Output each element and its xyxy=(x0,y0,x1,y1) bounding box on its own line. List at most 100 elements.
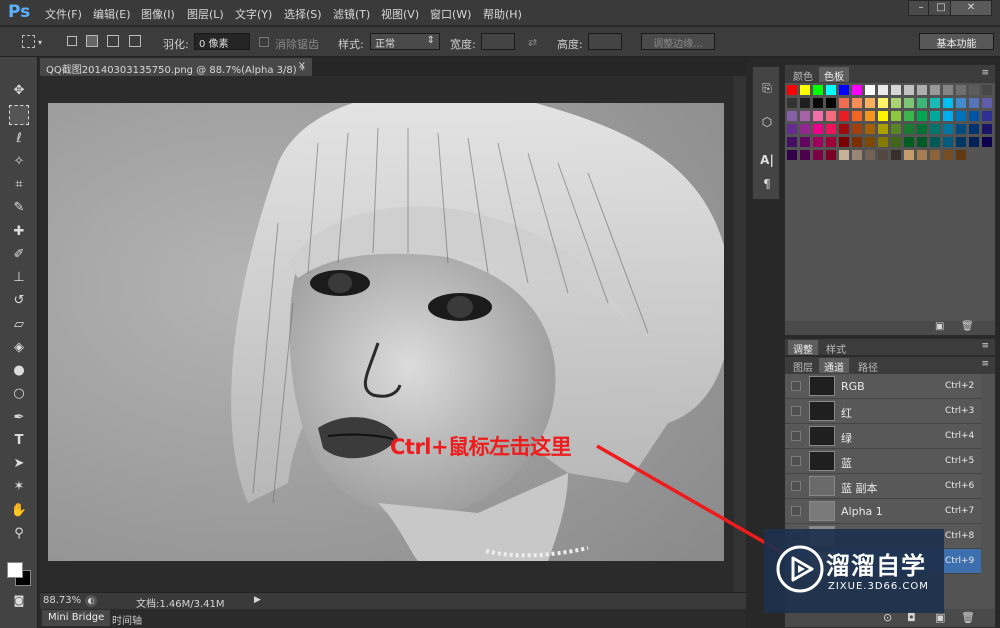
color-swatch[interactable] xyxy=(943,85,953,95)
color-swatch[interactable] xyxy=(813,111,823,121)
color-swatch[interactable] xyxy=(813,85,823,95)
color-swatch[interactable] xyxy=(826,85,836,95)
color-swatch[interactable] xyxy=(878,98,888,108)
panel-menu-icon[interactable]: ≡ xyxy=(981,359,989,369)
channel-row[interactable]: Alpha 1 Ctrl+7 xyxy=(785,499,981,524)
color-swatch[interactable] xyxy=(852,150,862,160)
zoom-level[interactable]: 88.73% xyxy=(43,595,81,606)
tab-mini-bridge[interactable]: Mini Bridge xyxy=(42,610,111,626)
color-swatch[interactable] xyxy=(839,85,849,95)
color-swatch[interactable] xyxy=(787,150,797,160)
tab-channels[interactable]: 通道 xyxy=(819,358,849,374)
panel-menu-icon[interactable]: ≡ xyxy=(981,341,989,351)
color-swatch[interactable] xyxy=(865,98,875,108)
status-menu-icon[interactable]: ▶ xyxy=(254,595,261,605)
color-swatch[interactable] xyxy=(787,98,797,108)
color-swatch[interactable] xyxy=(826,137,836,147)
tab-timeline[interactable]: 时间轴 xyxy=(106,610,148,627)
color-swatch[interactable] xyxy=(800,111,810,121)
color-swatch[interactable] xyxy=(839,150,849,160)
color-swatch[interactable] xyxy=(904,137,914,147)
color-swatch[interactable] xyxy=(878,150,888,160)
visibility-toggle[interactable] xyxy=(791,481,801,491)
channel-row[interactable]: RGB Ctrl+2 xyxy=(785,374,981,399)
new-swatch-icon[interactable]: ▣ xyxy=(935,321,944,332)
color-swatch[interactable] xyxy=(930,137,940,147)
paragraph-icon[interactable]: ¶ xyxy=(758,175,776,193)
tab-color[interactable]: 颜色 xyxy=(788,67,818,83)
color-swatch[interactable] xyxy=(852,85,862,95)
visibility-toggle[interactable] xyxy=(791,406,801,416)
color-swatch[interactable] xyxy=(904,98,914,108)
color-swatch[interactable] xyxy=(839,111,849,121)
color-swatch[interactable] xyxy=(800,137,810,147)
color-swatch[interactable] xyxy=(943,150,953,160)
color-swatch[interactable] xyxy=(930,124,940,134)
color-swatch[interactable] xyxy=(904,111,914,121)
color-swatch[interactable] xyxy=(956,98,966,108)
color-swatch[interactable] xyxy=(904,150,914,160)
color-swatch[interactable] xyxy=(943,137,953,147)
color-swatch[interactable] xyxy=(813,150,823,160)
color-swatch[interactable] xyxy=(930,98,940,108)
visibility-toggle[interactable] xyxy=(791,456,801,466)
color-swatch[interactable] xyxy=(878,137,888,147)
color-swatch[interactable] xyxy=(865,124,875,134)
color-swatch[interactable] xyxy=(891,98,901,108)
color-swatch[interactable] xyxy=(943,124,953,134)
color-swatch[interactable] xyxy=(787,137,797,147)
color-swatch[interactable] xyxy=(839,137,849,147)
color-swatch[interactable] xyxy=(943,98,953,108)
color-swatch[interactable] xyxy=(969,111,979,121)
visibility-toggle[interactable] xyxy=(791,381,801,391)
visibility-toggle[interactable] xyxy=(791,506,801,516)
color-swatch[interactable] xyxy=(982,137,992,147)
color-swatch[interactable] xyxy=(904,124,914,134)
color-swatch[interactable] xyxy=(956,150,966,160)
color-swatch[interactable] xyxy=(956,111,966,121)
history-icon[interactable]: ⎘ xyxy=(758,79,776,97)
color-swatch[interactable] xyxy=(917,124,927,134)
color-swatch[interactable] xyxy=(982,124,992,134)
channel-row[interactable]: 绿 Ctrl+4 xyxy=(785,424,981,449)
color-swatch[interactable] xyxy=(826,150,836,160)
color-swatch[interactable] xyxy=(878,111,888,121)
3d-icon[interactable]: ⬡ xyxy=(758,113,776,131)
color-swatch[interactable] xyxy=(891,124,901,134)
color-swatch[interactable] xyxy=(852,124,862,134)
tab-layers[interactable]: 图层 xyxy=(788,358,818,374)
color-swatch[interactable] xyxy=(826,111,836,121)
character-icon[interactable]: A| xyxy=(758,151,776,169)
color-swatch[interactable] xyxy=(930,111,940,121)
color-swatch[interactable] xyxy=(813,137,823,147)
color-swatch[interactable] xyxy=(969,98,979,108)
color-swatch[interactable] xyxy=(865,137,875,147)
color-swatch[interactable] xyxy=(852,98,862,108)
channel-row[interactable]: 蓝 Ctrl+5 xyxy=(785,449,981,474)
status-info-icon[interactable]: ◐ xyxy=(85,595,97,607)
color-swatch[interactable] xyxy=(800,98,810,108)
color-swatch[interactable] xyxy=(891,111,901,121)
channel-row[interactable]: 红 Ctrl+3 xyxy=(785,399,981,424)
trash-icon[interactable]: 🗑 xyxy=(961,611,975,624)
color-swatch[interactable] xyxy=(839,124,849,134)
color-swatch[interactable] xyxy=(969,137,979,147)
color-swatch[interactable] xyxy=(891,150,901,160)
color-swatch[interactable] xyxy=(826,98,836,108)
panel-menu-icon[interactable]: ≡ xyxy=(981,68,989,78)
color-swatch[interactable] xyxy=(930,150,940,160)
color-swatch[interactable] xyxy=(891,85,901,95)
color-swatch[interactable] xyxy=(800,85,810,95)
color-swatch[interactable] xyxy=(852,137,862,147)
color-swatch[interactable] xyxy=(813,98,823,108)
color-swatch[interactable] xyxy=(982,85,992,95)
color-swatch[interactable] xyxy=(956,85,966,95)
color-swatch[interactable] xyxy=(787,85,797,95)
trash-icon[interactable]: 🗑 xyxy=(961,321,974,332)
tab-adjustments[interactable]: 调整 xyxy=(788,340,818,356)
color-swatch[interactable] xyxy=(982,111,992,121)
color-swatch[interactable] xyxy=(839,98,849,108)
color-swatch[interactable] xyxy=(826,124,836,134)
color-swatch[interactable] xyxy=(917,98,927,108)
color-swatch[interactable] xyxy=(917,85,927,95)
